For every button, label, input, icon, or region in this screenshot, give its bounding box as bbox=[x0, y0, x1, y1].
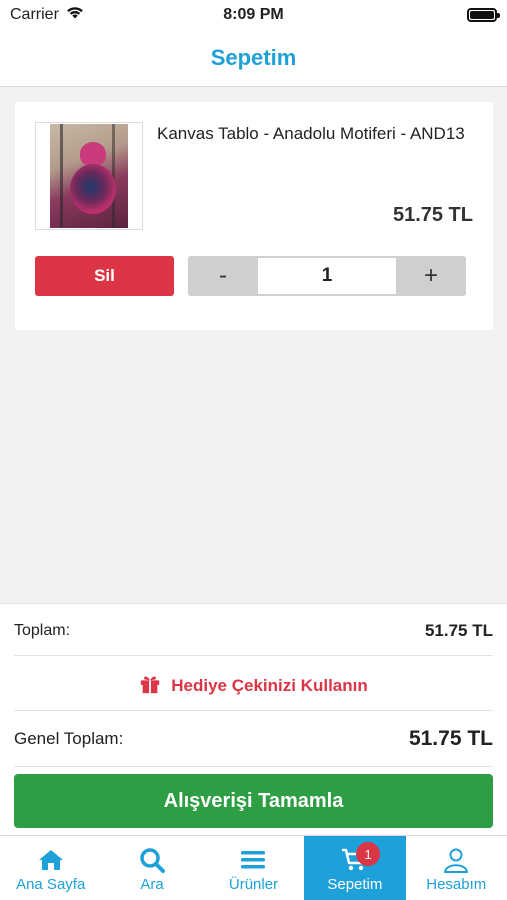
quantity-stepper: - 1 + bbox=[188, 256, 466, 296]
nav-bar: Sepetim bbox=[0, 30, 507, 87]
search-icon bbox=[139, 846, 166, 874]
tab-label: Hesabım bbox=[426, 876, 487, 893]
tab-bar: Ana Sayfa Ara Ürünler 1 Sepetim Hesabım bbox=[0, 835, 507, 900]
quantity-value[interactable]: 1 bbox=[258, 258, 396, 294]
tab-label: Sepetim bbox=[327, 876, 383, 893]
tab-home[interactable]: Ana Sayfa bbox=[0, 836, 101, 900]
divider bbox=[14, 766, 493, 767]
increment-button[interactable]: + bbox=[396, 256, 466, 296]
status-bar: Carrier 8:09 PM bbox=[0, 0, 507, 30]
subtotal-row: Toplam: 51.75 TL bbox=[14, 618, 493, 644]
total-label: Genel Toplam: bbox=[14, 729, 124, 748]
subtotal-value: 51.75 TL bbox=[424, 621, 493, 640]
order-summary: Toplam: 51.75 TL Hediye Çekinizi Kullanı… bbox=[0, 603, 507, 835]
wifi-icon bbox=[65, 5, 85, 25]
gift-card-link[interactable]: Hediye Çekinizi Kullanın bbox=[0, 666, 507, 706]
battery-icon bbox=[467, 8, 500, 22]
home-icon bbox=[38, 846, 64, 874]
cart-item-card: Kanvas Tablo - Anadolu Motiferi - AND13 … bbox=[15, 102, 493, 330]
product-name[interactable]: Kanvas Tablo - Anadolu Motiferi - AND13 bbox=[157, 122, 477, 146]
total-row: Genel Toplam: 51.75 TL bbox=[14, 724, 493, 754]
tab-products[interactable]: Ürünler bbox=[203, 836, 304, 900]
gift-card-label: Hediye Çekinizi Kullanın bbox=[171, 676, 368, 695]
decrement-button[interactable]: - bbox=[188, 256, 258, 296]
subtotal-label: Toplam: bbox=[14, 622, 71, 639]
tab-label: Ana Sayfa bbox=[16, 876, 86, 893]
page-title: Sepetim bbox=[210, 45, 297, 70]
tab-label: Ürünler bbox=[228, 876, 279, 893]
tab-account[interactable]: Hesabım bbox=[406, 836, 507, 900]
carrier-label: Carrier bbox=[10, 6, 59, 23]
menu-icon bbox=[240, 846, 266, 874]
product-image bbox=[50, 124, 128, 228]
status-left: Carrier bbox=[10, 5, 85, 25]
divider bbox=[14, 710, 493, 711]
divider bbox=[14, 655, 493, 656]
user-icon bbox=[443, 846, 469, 874]
product-price: 51.75 TL bbox=[392, 204, 473, 226]
checkout-button[interactable]: Alışverişi Tamamla bbox=[14, 774, 493, 828]
tab-cart[interactable]: 1 Sepetim bbox=[304, 836, 406, 900]
tab-search[interactable]: Ara bbox=[101, 836, 202, 900]
gift-icon bbox=[139, 673, 161, 700]
cart-badge: 1 bbox=[356, 842, 381, 866]
product-thumbnail[interactable] bbox=[35, 122, 143, 230]
tab-label: Ara bbox=[140, 876, 164, 893]
delete-button[interactable]: Sil bbox=[35, 256, 174, 296]
total-value: 51.75 TL bbox=[408, 727, 493, 750]
